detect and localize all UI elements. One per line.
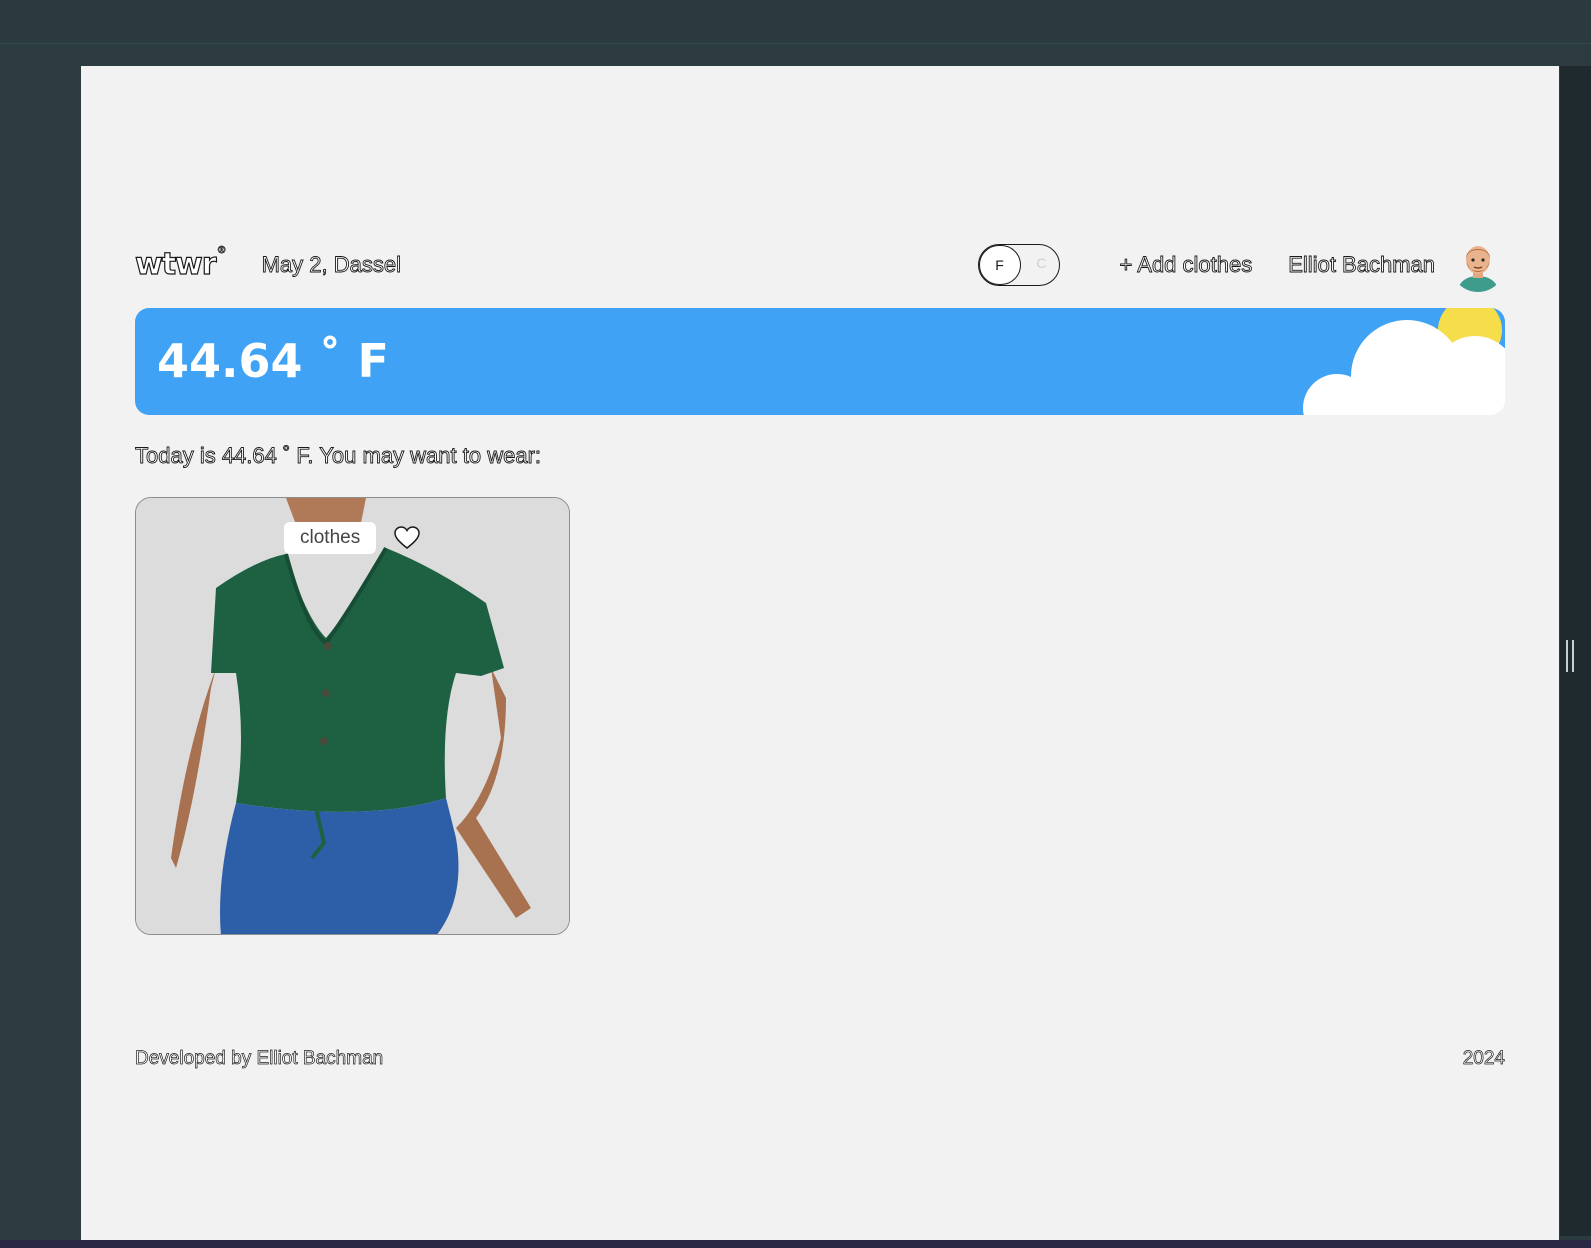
cloud-sun-icon [1303,308,1505,415]
like-button[interactable] [394,526,420,550]
developer-credit: Developed by Elliot Bachman [135,1048,384,1070]
avatar[interactable] [1451,238,1505,292]
app-page: wtwr ® May 2, Dassel F C + Add clothes El… [81,66,1559,1240]
weather-card: 44.64 ˚ F [135,308,1505,415]
date-location: May 2, Dassel [261,252,401,278]
clothing-card[interactable]: clothes [135,497,570,935]
window-side-panel [1560,66,1591,1236]
resize-handle[interactable] [1566,640,1574,672]
footer-year: 2024 [1462,1048,1505,1070]
add-clothes-button[interactable]: + Add clothes [1119,252,1253,278]
temperature-unit-toggle[interactable]: F C [977,244,1060,286]
logo-text: wtwr [134,247,217,282]
app-footer: Developed by Elliot Bachman 2024 [135,1048,1506,1070]
current-temperature: 44.64 ˚ F [157,334,389,388]
unit-toggle-inactive-label[interactable]: C [1036,255,1046,271]
heart-icon [394,526,420,549]
card-label: clothes [284,522,377,554]
app-header: wtwr ® May 2, Dassel F C + Add clothes El… [134,236,1505,294]
clothing-image[interactable] [136,498,570,935]
unit-toggle-knob[interactable]: F [978,245,1021,285]
avatar-illustration [1451,238,1505,292]
window-bottom-bar [0,1240,1591,1248]
user-name[interactable]: Elliot Bachman [1288,252,1436,278]
main-content: wtwr ® May 2, Dassel F C + Add clothes El… [134,236,1505,935]
browser-top-bar [0,0,1591,44]
logo-registered-mark: ® [216,245,227,256]
app-logo[interactable]: wtwr ® [134,245,226,282]
clothing-suggestion: Today is 44.64 ˚ F. You may want to wear… [135,443,542,469]
